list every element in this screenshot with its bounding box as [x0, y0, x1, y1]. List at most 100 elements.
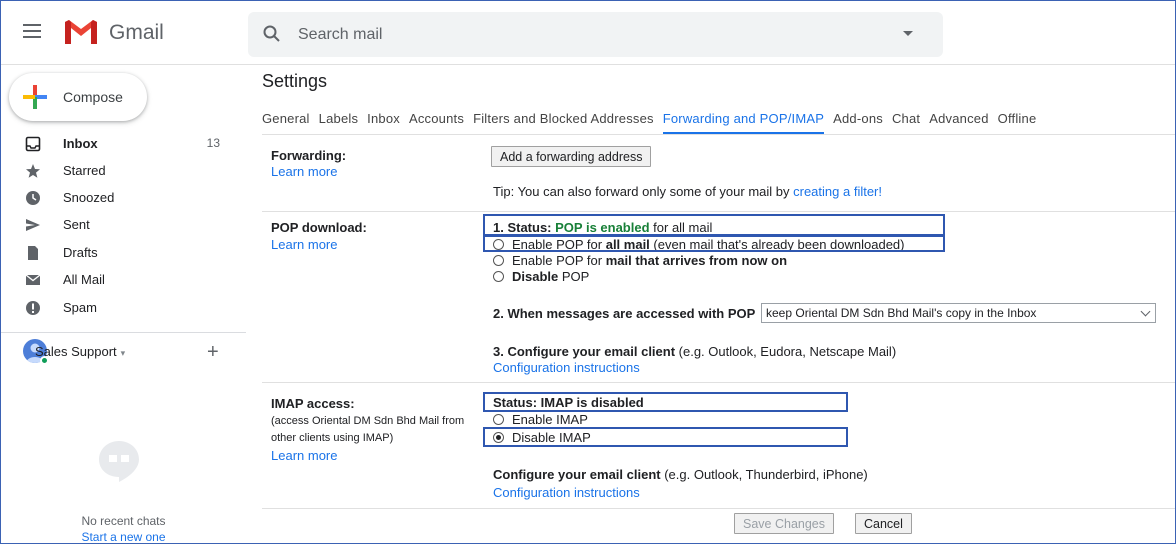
brand-name[interactable]: Gmail — [109, 21, 164, 45]
imap-disable-highlight — [483, 427, 848, 447]
tab-add-ons[interactable]: Add-ons — [833, 106, 883, 132]
search-options-icon[interactable] — [903, 31, 913, 36]
create-filter-link[interactable]: creating a filter! — [793, 184, 882, 199]
forwarding-label: Forwarding: — [271, 148, 347, 163]
app-frame: Gmail Compose Inbox — [0, 0, 1176, 544]
add-forwarding-address-button[interactable]: Add a forwarding address — [491, 146, 652, 167]
imap-status-highlight — [483, 392, 848, 412]
compose-button[interactable]: Compose — [9, 73, 147, 121]
settings-panel: Settings General Labels Inbox Accounts Filte… — [246, 65, 1175, 543]
sidebar-item-drafts[interactable]: Drafts — [1, 239, 246, 267]
cancel-button[interactable]: Cancel — [855, 513, 912, 534]
hangouts-user-label: Sales Support ▾ — [35, 344, 125, 359]
sidebar-item-sent[interactable]: Sent — [1, 211, 246, 239]
sidebar-item-starred[interactable]: Starred — [1, 157, 246, 185]
inbox-icon — [25, 136, 41, 152]
tab-general[interactable]: General — [262, 106, 310, 132]
imap-learn-more-link[interactable]: Learn more — [271, 448, 337, 463]
compose-label: Compose — [63, 89, 123, 105]
pop-option-highlight — [483, 235, 945, 252]
pop-option2-prefix: Enable POP for — [512, 253, 606, 268]
imap-configure-suffix: (e.g. Outlook, Thunderbird, iPhone) — [660, 467, 868, 482]
tab-offline[interactable]: Offline — [998, 106, 1037, 132]
pop-status-highlight — [483, 214, 945, 236]
pop-option-disable[interactable]: Disable POP — [493, 269, 589, 284]
tabs-divider — [262, 134, 1175, 135]
sidebar-item-label: Drafts — [63, 245, 98, 260]
tab-filters[interactable]: Filters and Blocked Addresses — [473, 106, 654, 132]
sidebar-item-all-mail[interactable]: All Mail — [1, 266, 246, 294]
search-bar[interactable] — [248, 12, 943, 57]
top-header: Gmail — [1, 1, 1175, 65]
pop-access-select[interactable]: keep Oriental DM Sdn Bhd Mail's copy in … — [761, 303, 1156, 323]
sidebar-item-label: Spam — [63, 300, 97, 315]
draft-icon — [28, 246, 38, 260]
imap-sublabel-2: other clients using IMAP) — [271, 432, 394, 444]
tab-chat[interactable]: Chat — [892, 106, 920, 132]
spam-icon — [26, 301, 40, 315]
chevron-down-icon — [1140, 306, 1151, 317]
sidebar-item-label: Starred — [63, 163, 106, 178]
section-divider — [262, 508, 1175, 509]
tab-forwarding-pop-imap[interactable]: Forwarding and POP/IMAP — [662, 106, 825, 134]
imap-access-label: IMAP access: — [271, 396, 355, 411]
pop-option2-bold: mail that arrives from now on — [605, 253, 788, 268]
sidebar-item-snoozed[interactable]: Snoozed — [1, 184, 246, 212]
start-new-chat-link[interactable]: Start a new one — [1, 530, 246, 543]
tab-labels[interactable]: Labels — [319, 106, 359, 132]
pop-access-label: 2. When messages are accessed with POP — [493, 306, 756, 321]
send-icon — [26, 219, 40, 231]
sidebar-item-inbox[interactable]: Inbox 13 — [1, 130, 246, 158]
sidebar-item-label: Snoozed — [63, 190, 115, 205]
compose-plus-icon — [23, 85, 47, 109]
mail-icon — [25, 274, 41, 285]
page-title: Settings — [262, 71, 328, 91]
imap-sublabel-1: (access Oriental DM Sdn Bhd Mail from — [271, 415, 465, 427]
hangouts-user[interactable]: Sales Support ▾ + — [23, 339, 233, 365]
tab-accounts[interactable]: Accounts — [409, 106, 464, 132]
section-divider — [262, 382, 1175, 383]
imap-enable-radio[interactable] — [493, 414, 504, 425]
pop-from-now-radio[interactable] — [493, 255, 504, 266]
imap-configure: Configure your email client (e.g. Outloo… — [493, 467, 868, 482]
pop-disable-radio[interactable] — [493, 271, 504, 282]
hangouts-chat-icon — [99, 441, 139, 482]
imap-enable-option[interactable]: Enable IMAP — [493, 412, 588, 427]
pop-option3-bold: Disable — [512, 269, 559, 284]
sidebar-item-label: All Mail — [63, 272, 105, 287]
unread-count: 13 — [206, 136, 220, 150]
imap-config-instructions-link[interactable]: Configuration instructions — [493, 485, 640, 500]
no-recent-chats-text: No recent chats — [81, 514, 166, 528]
section-divider — [262, 211, 1175, 212]
sidebar-item-spam[interactable]: Spam — [1, 294, 246, 322]
imap-configure-bold: Configure your email client — [493, 467, 661, 482]
hangouts-user-name: Sales Support — [35, 344, 117, 359]
new-chat-add-icon[interactable]: + — [207, 341, 219, 364]
status-caret-icon[interactable]: ▾ — [121, 348, 126, 358]
gmail-logo[interactable] — [63, 18, 99, 46]
tab-inbox[interactable]: Inbox — [367, 106, 400, 132]
clock-icon — [26, 191, 40, 205]
settings-tabs: General Labels Inbox Accounts Filters and Bl… — [262, 106, 1045, 134]
save-changes-button[interactable]: Save Changes — [734, 513, 835, 534]
forwarding-learn-more-link[interactable]: Learn more — [271, 164, 337, 179]
pop-configure-bold: 3. Configure your email client — [493, 344, 676, 359]
pop-option-from-now[interactable]: Enable POP for mail that arrives from no… — [493, 253, 787, 268]
imap-enable-label: Enable IMAP — [512, 412, 588, 427]
sidebar-divider — [1, 332, 246, 333]
search-icon[interactable] — [262, 24, 282, 44]
pop-config-instructions-link[interactable]: Configuration instructions — [493, 360, 640, 375]
pop-configure-suffix: (e.g. Outlook, Eudora, Netscape Mail) — [675, 344, 897, 359]
pop-access-selected: keep Oriental DM Sdn Bhd Mail's copy in … — [766, 306, 1037, 320]
search-input[interactable] — [298, 22, 858, 48]
sidebar-item-label: Inbox — [63, 136, 98, 151]
main-menu-icon[interactable] — [23, 24, 41, 38]
pop-learn-more-link[interactable]: Learn more — [271, 237, 337, 252]
star-icon — [26, 164, 40, 178]
forwarding-tip-text: Tip: You can also forward only some of y… — [493, 184, 794, 199]
tab-advanced[interactable]: Advanced — [929, 106, 988, 132]
sidebar-item-label: Sent — [63, 217, 90, 232]
pop-option3-suffix: POP — [558, 269, 590, 284]
pop-configure: 3. Configure your email client (e.g. Out… — [493, 344, 896, 359]
forwarding-tip: Tip: You can also forward only some of y… — [493, 184, 882, 199]
